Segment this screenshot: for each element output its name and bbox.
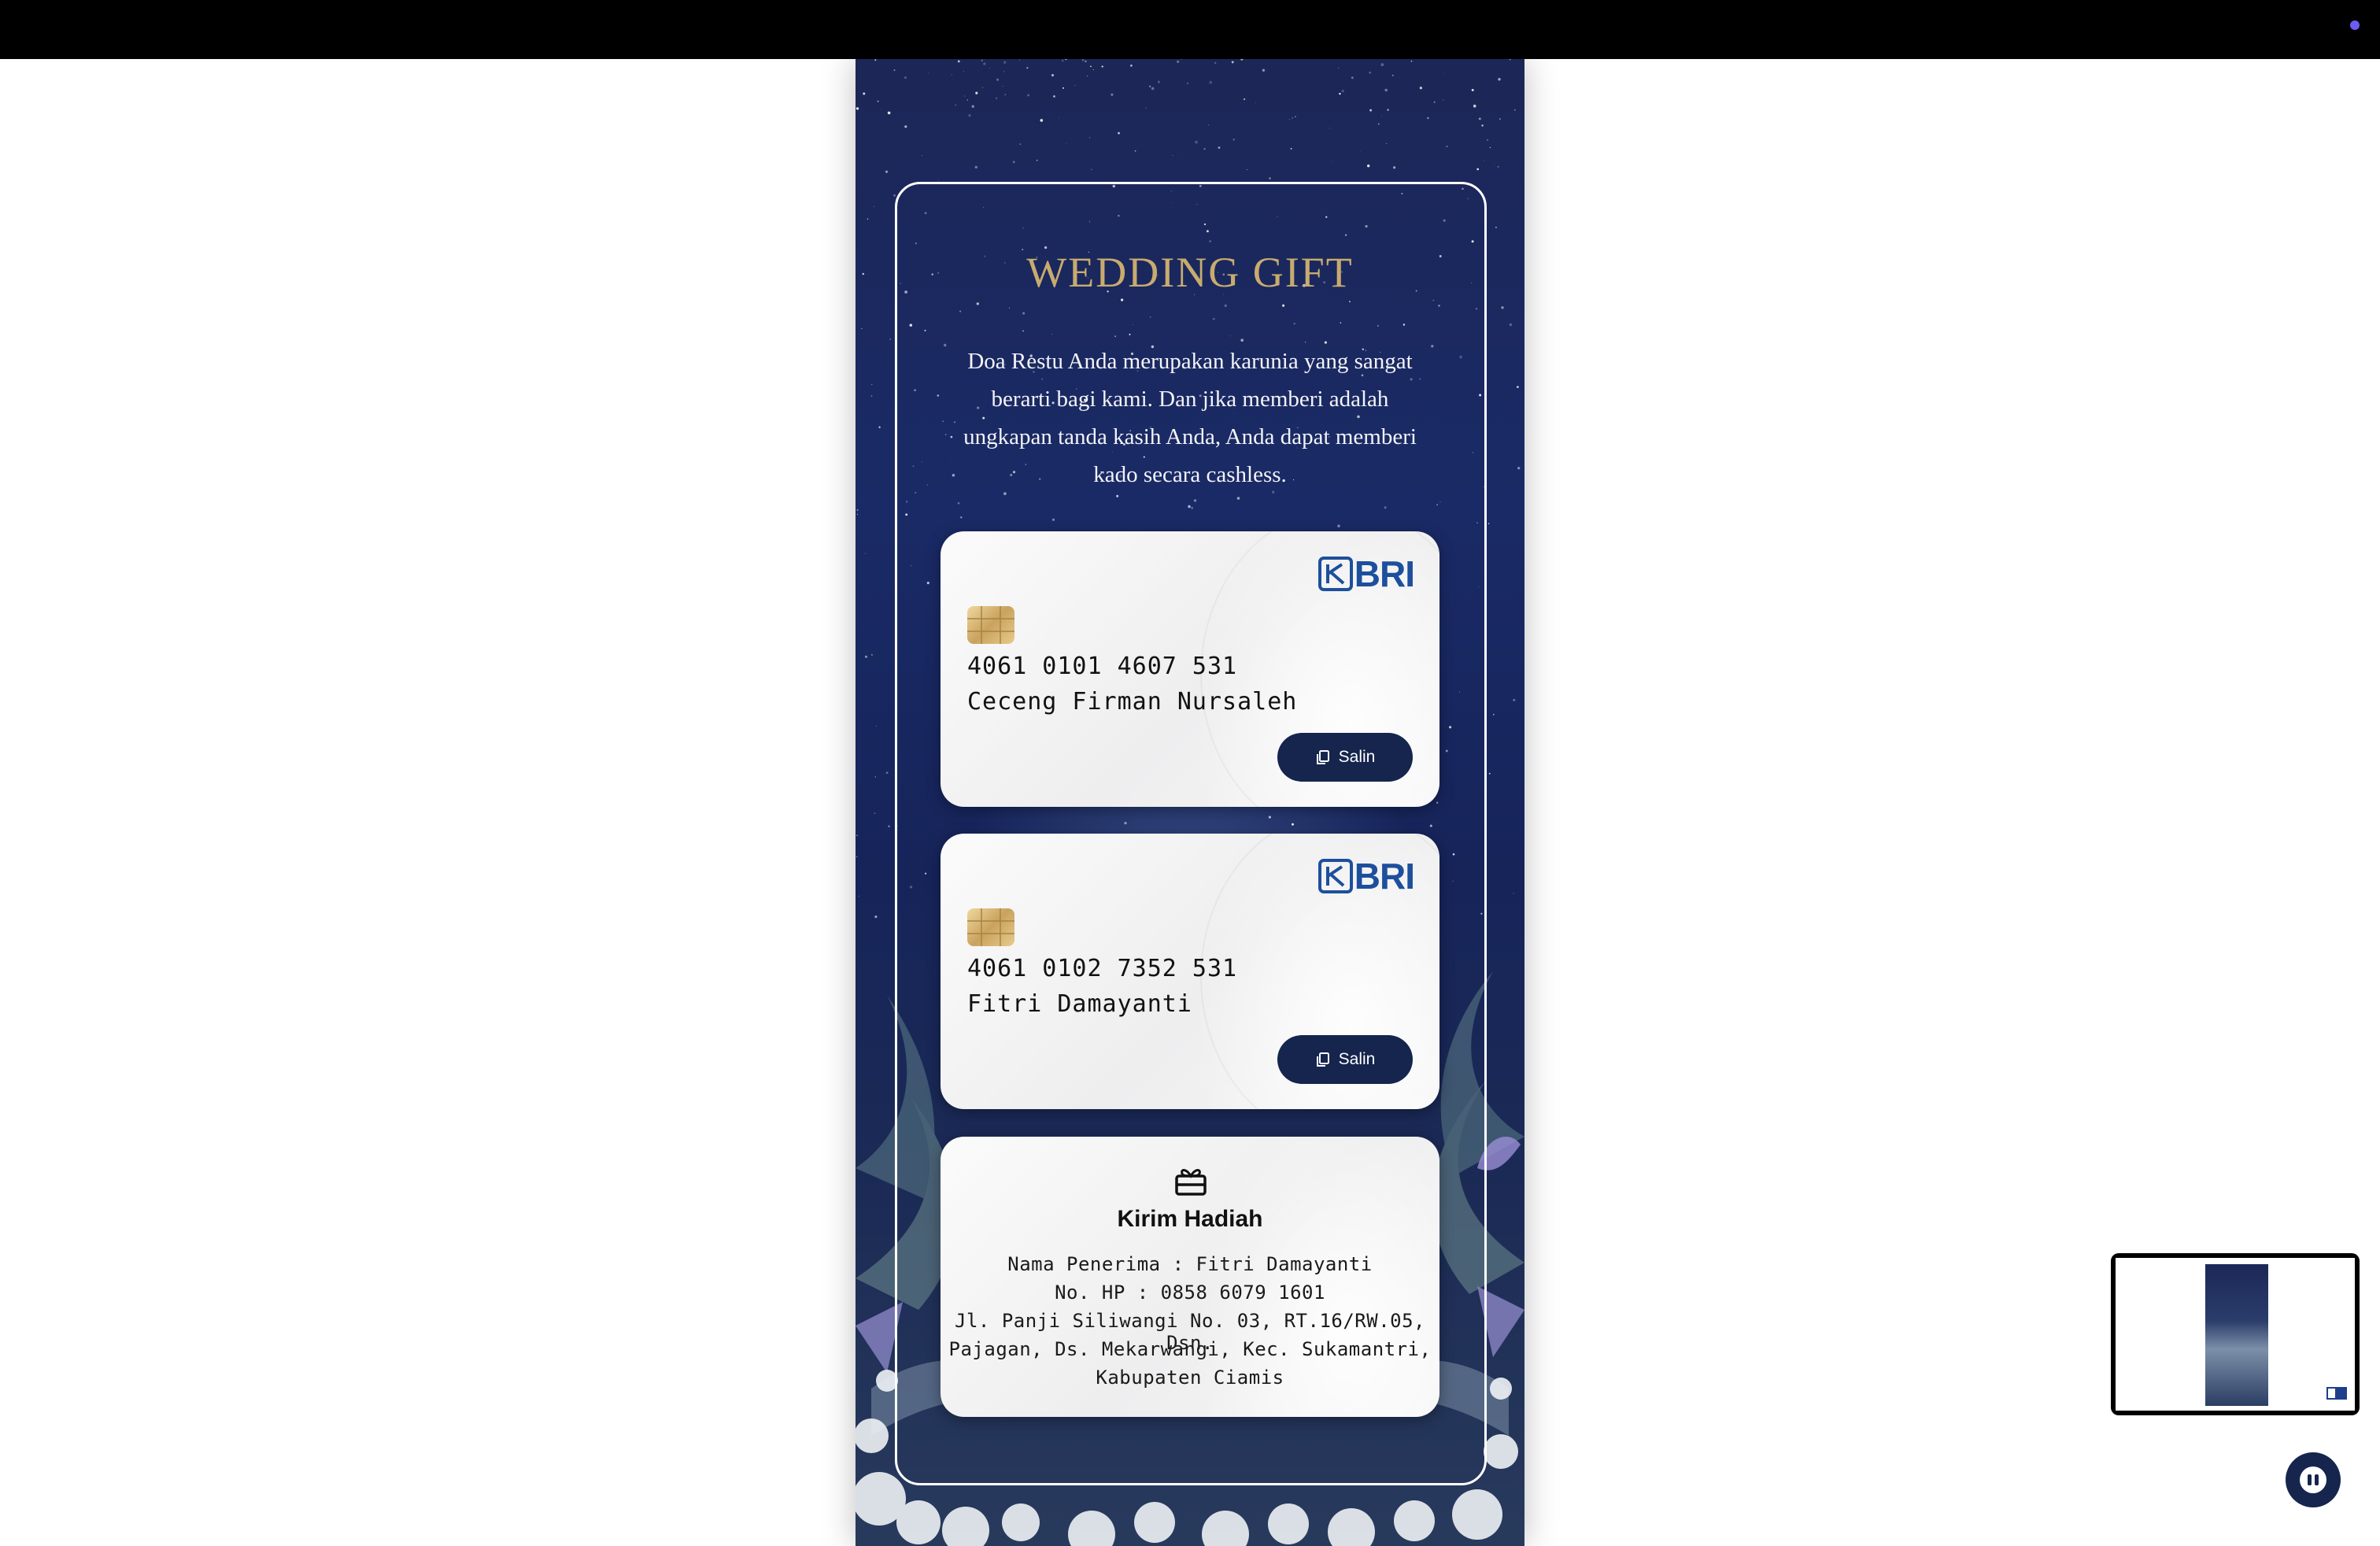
copy-account-2-button[interactable]: Salin xyxy=(1277,1035,1413,1084)
gift-phone: No. HP : 0858 6079 1601 xyxy=(1055,1282,1325,1304)
gift-icon xyxy=(1175,1169,1207,1196)
section-intro-text: Doa Restu Anda merupakan karunia yang sa… xyxy=(963,349,1417,487)
gift-recipient: Nama Penerima : Fitri Damayanti xyxy=(1007,1253,1373,1275)
bri-logo-mark-icon xyxy=(1318,557,1353,591)
copy-icon xyxy=(1316,1052,1329,1067)
invitation-viewport[interactable]: WEDDING GIFT Doa Restu Anda merupakan ka… xyxy=(856,59,1524,1546)
copy-button-label: Salin xyxy=(1338,1050,1376,1068)
pause-icon xyxy=(2300,1466,2326,1493)
send-gift-card: Kirim Hadiah Nama Penerima : Fitri Damay… xyxy=(941,1137,1439,1417)
account-holder: Ceceng Firman Nursaleh xyxy=(967,688,1298,716)
card-chip-icon xyxy=(967,908,1014,946)
music-toggle-button[interactable] xyxy=(2286,1452,2341,1507)
gift-title: Kirim Hadiah xyxy=(1117,1206,1263,1232)
bank-card-1: BRI 4061 0101 4607 531 Ceceng Firman Nur… xyxy=(941,531,1439,807)
screen-preview-thumbnail[interactable] xyxy=(2111,1253,2360,1415)
gift-address-line-3: Kabupaten Ciamis xyxy=(1096,1367,1284,1389)
account-number: 4061 0101 4607 531 xyxy=(967,653,1238,680)
copy-account-1-button[interactable]: Salin xyxy=(1277,733,1413,782)
browser-top-bar xyxy=(0,0,2380,59)
card-chip-icon xyxy=(967,606,1014,644)
bri-logo-mark-icon xyxy=(1318,859,1353,893)
bri-logo: BRI xyxy=(1318,856,1415,897)
bri-logo: BRI xyxy=(1318,553,1415,594)
copy-button-label: Salin xyxy=(1338,748,1376,766)
gift-address-line-2: Pajagan, Ds. Mekarwangi, Kec. Sukamantri… xyxy=(948,1338,1432,1360)
picture-in-picture-icon[interactable] xyxy=(2326,1387,2347,1400)
bank-name: BRI xyxy=(1354,553,1415,594)
bank-name: BRI xyxy=(1354,856,1415,897)
preview-page-image xyxy=(2205,1264,2268,1406)
recording-indicator-icon xyxy=(2350,20,2360,30)
section-title: WEDDING GIFT xyxy=(1026,249,1354,296)
copy-icon xyxy=(1316,750,1329,764)
account-number: 4061 0102 7352 531 xyxy=(967,955,1238,982)
account-holder: Fitri Damayanti xyxy=(967,990,1192,1018)
bank-card-2: BRI 4061 0102 7352 531 Fitri Damayanti S… xyxy=(941,834,1439,1109)
